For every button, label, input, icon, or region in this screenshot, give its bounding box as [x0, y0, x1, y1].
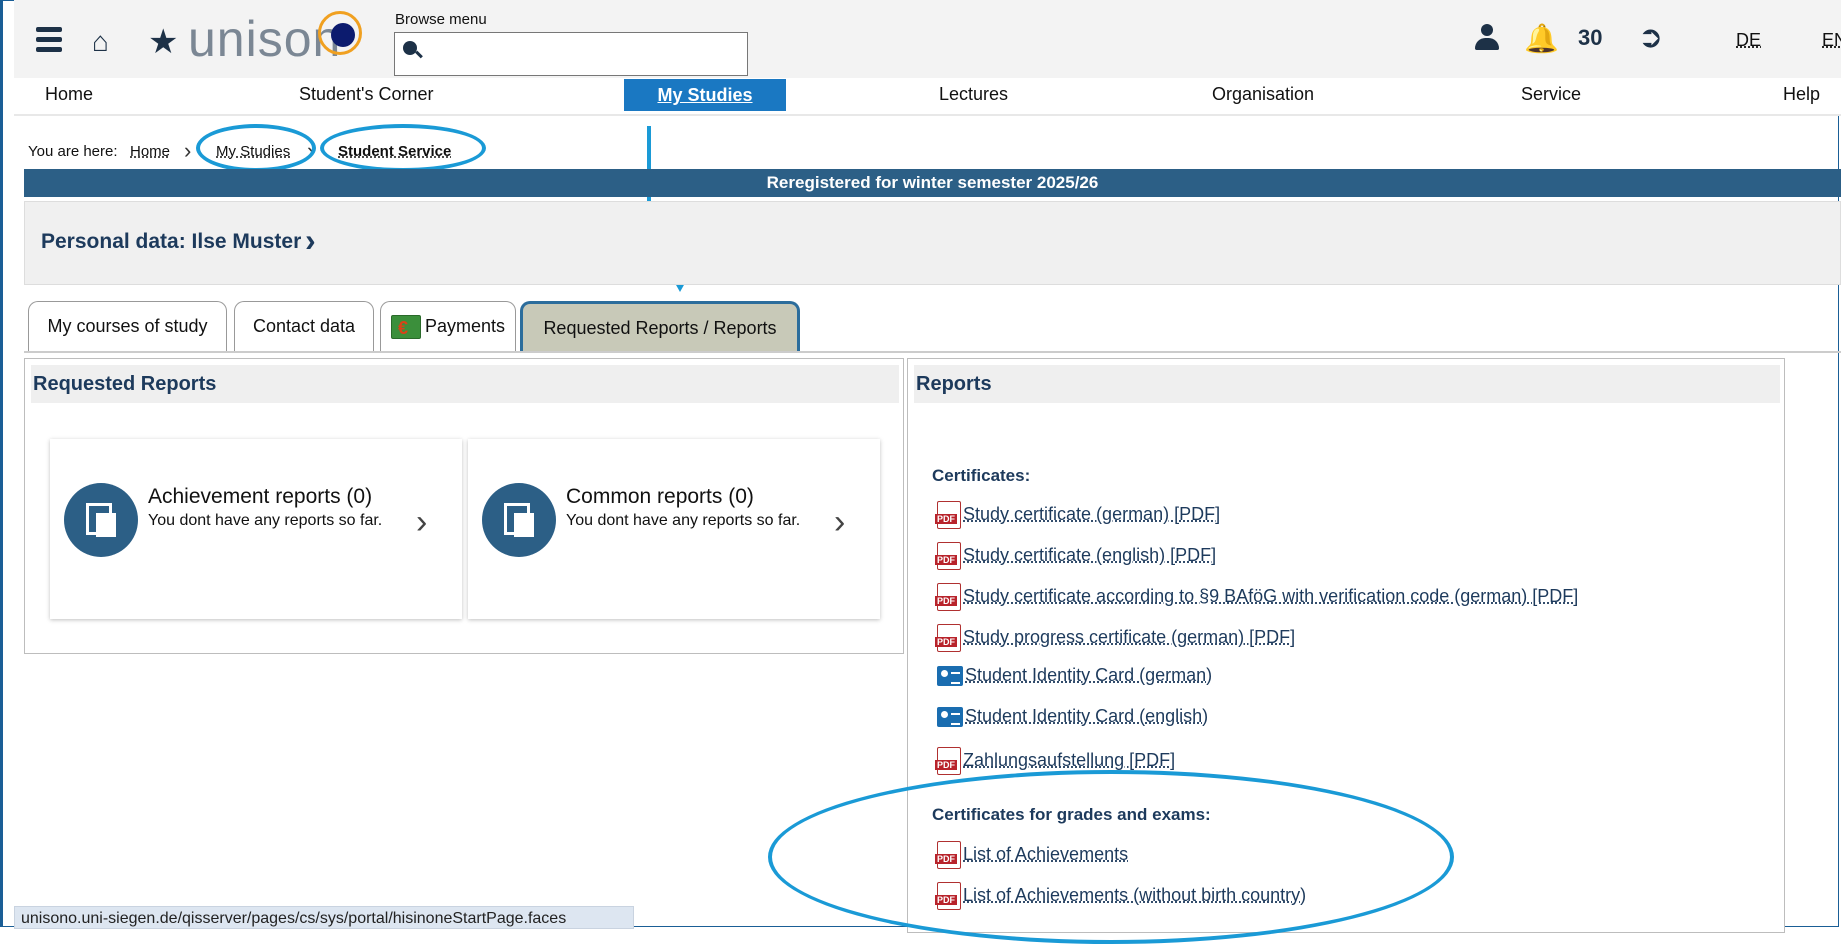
- breadcrumb-label: You are here:: [28, 143, 118, 160]
- id-card-icon: [937, 666, 963, 687]
- pdf-icon: [935, 542, 961, 570]
- logout-icon[interactable]: ➲: [1638, 20, 1663, 55]
- card-title: Common reports (0): [566, 485, 754, 508]
- personal-data-bar[interactable]: Personal data: Ilse Muster ›: [24, 201, 1841, 285]
- report-link-label: Student Identity Card (english): [965, 706, 1209, 726]
- chevron-right-icon[interactable]: ›: [416, 503, 427, 542]
- pdf-icon: [935, 583, 961, 611]
- id-card-icon: [937, 707, 963, 728]
- chevron-right-icon[interactable]: ›: [305, 222, 316, 259]
- requested-reports-title: Requested Reports: [31, 365, 899, 403]
- main-nav: Home Student's Corner My Studies Lecture…: [14, 78, 1841, 116]
- student-id-card-german-link[interactable]: Student Identity Card (german): [937, 665, 1212, 695]
- annotation-ellipse: [768, 770, 1454, 944]
- report-link-label: Study certificate (german) [PDF]: [963, 503, 1221, 524]
- search-icon: [403, 41, 417, 55]
- tab-divider: [24, 351, 1841, 353]
- annotation-ellipse: [320, 124, 486, 172]
- hamburger-menu-icon[interactable]: [36, 27, 62, 55]
- personal-data-label[interactable]: Personal data: Ilse Muster: [41, 230, 301, 254]
- report-link-label: Study progress certificate (german) [PDF…: [963, 626, 1296, 647]
- nav-help[interactable]: Help: [1783, 84, 1820, 105]
- tab-requested-reports[interactable]: Requested Reports / Reports: [520, 301, 800, 351]
- bafoeg-certificate-link[interactable]: Study certificate according to §9 BAföG …: [935, 583, 1579, 613]
- card-title: Achievement reports (0): [148, 485, 373, 508]
- nav-students-corner[interactable]: Student's Corner: [299, 84, 434, 105]
- reports-title: Reports: [914, 365, 1780, 403]
- card-subtitle: You dont have any reports so far.: [148, 512, 383, 529]
- chevron-right-icon[interactable]: ›: [834, 503, 845, 542]
- nav-lectures[interactable]: Lectures: [939, 84, 1008, 105]
- pdf-icon: [935, 624, 961, 652]
- logo-o-mark: [318, 11, 362, 55]
- browse-menu-search-input[interactable]: [394, 32, 748, 76]
- annotation-ellipse: [196, 124, 316, 172]
- nav-organisation[interactable]: Organisation: [1212, 84, 1314, 105]
- tab-payments-label: Payments: [424, 316, 506, 336]
- breadcrumb-separator-icon: ›: [184, 138, 192, 163]
- study-certificate-german-link[interactable]: Study certificate (german) [PDF]: [935, 501, 1221, 531]
- tab-my-courses-of-study[interactable]: My courses of study: [28, 301, 227, 351]
- tab-payments[interactable]: Payments: [380, 301, 516, 352]
- nav-home[interactable]: Home: [45, 84, 93, 105]
- nav-my-studies[interactable]: My Studies: [624, 79, 786, 111]
- payments-icon: [390, 304, 421, 352]
- pdf-icon: [935, 501, 961, 529]
- certificates-label: Certificates:: [932, 466, 1031, 485]
- achievement-reports-card[interactable]: Achievement reports (0) You dont have an…: [50, 439, 462, 619]
- report-link-label: Student Identity Card (german): [965, 665, 1213, 685]
- common-reports-card[interactable]: Common reports (0) You dont have any rep…: [468, 439, 880, 619]
- notifications-count[interactable]: 30: [1578, 25, 1602, 51]
- language-en-link[interactable]: EN: [1822, 30, 1841, 51]
- tab-contact-data[interactable]: Contact data: [234, 301, 374, 351]
- nav-service[interactable]: Service: [1521, 84, 1581, 105]
- user-icon[interactable]: [1474, 24, 1500, 54]
- study-certificate-english-link[interactable]: Study certificate (english) [PDF]: [935, 542, 1217, 572]
- report-link-label: Zahlungsaufstellung [PDF]: [963, 749, 1176, 770]
- semester-banner: Reregistered for winter semester 2025/26: [24, 169, 1841, 197]
- document-stack-icon: [64, 483, 138, 557]
- student-id-card-english-link[interactable]: Student Identity Card (english): [937, 706, 1208, 736]
- browse-menu-label: Browse menu: [395, 11, 487, 28]
- favorites-star-icon[interactable]: ★: [148, 22, 178, 62]
- home-icon[interactable]: ⌂: [92, 26, 109, 58]
- report-link-label: Study certificate according to §9 BAföG …: [963, 585, 1579, 606]
- card-subtitle: You dont have any reports so far.: [566, 512, 801, 529]
- breadcrumb-home[interactable]: Home: [130, 143, 170, 160]
- study-progress-certificate-link[interactable]: Study progress certificate (german) [PDF…: [935, 624, 1296, 654]
- language-de-link[interactable]: DE: [1736, 30, 1761, 51]
- pdf-icon: [935, 747, 961, 775]
- document-stack-icon: [482, 483, 556, 557]
- bell-icon[interactable]: 🔔: [1524, 22, 1559, 55]
- report-link-label: Study certificate (english) [PDF]: [963, 544, 1217, 565]
- status-bar-url: unisono.uni-siegen.de/qisserver/pages/cs…: [14, 906, 634, 929]
- nav-my-studies-label: My Studies: [657, 85, 753, 105]
